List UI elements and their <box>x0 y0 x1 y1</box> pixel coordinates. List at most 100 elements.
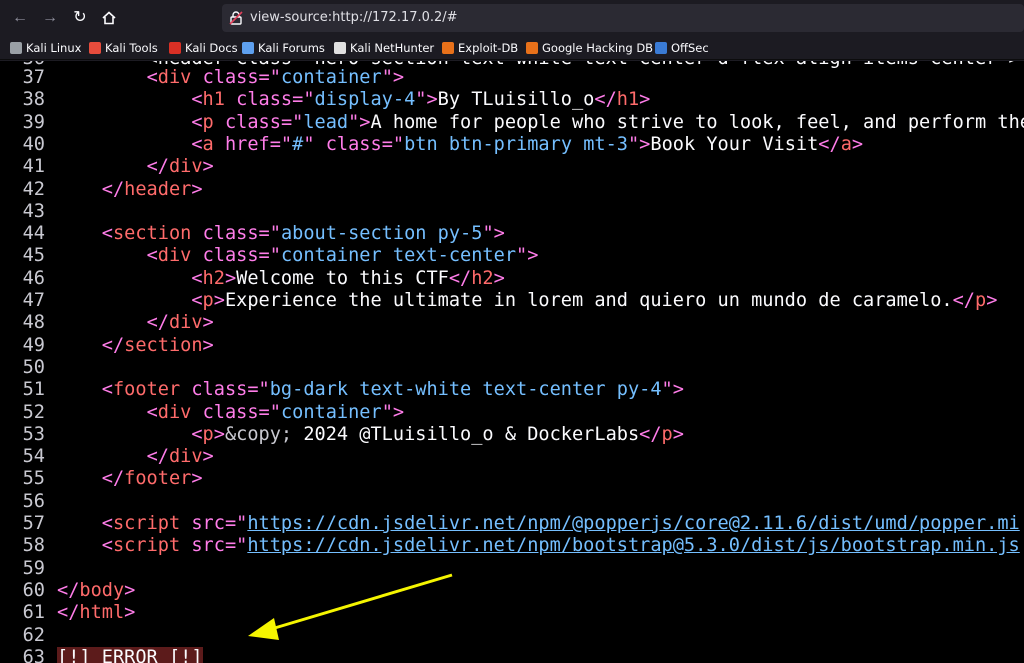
line-number: 40 <box>22 133 45 155</box>
code-token: btn btn-primary mt-3 <box>404 133 628 155</box>
code-token: =" <box>258 67 281 88</box>
code-token: > <box>202 156 214 178</box>
code-token: h1 <box>202 89 225 111</box>
code-token: > <box>191 468 203 490</box>
code-line: 44 <section class="about-section py-5"> <box>0 223 1024 245</box>
line-number: 59 <box>22 557 45 579</box>
code-token: < <box>191 89 203 111</box>
code-line: 54 </div> <box>0 446 1024 468</box>
code-token: < <box>191 290 203 311</box>
source-link[interactable]: https://cdn.jsdelivr.net/npm/@popperjs/c… <box>247 513 1019 534</box>
forward-arrow-icon[interactable]: → <box>40 8 60 28</box>
line-number: 54 <box>22 446 45 468</box>
code-line: 60 </body> <box>0 580 1024 602</box>
insecure-lock-icon[interactable] <box>228 10 244 26</box>
line-number: 38 <box>22 89 45 111</box>
code-token: section <box>124 334 203 356</box>
code-token: "> <box>516 245 539 267</box>
code-token: < <box>101 513 113 534</box>
line-number: 56 <box>22 490 45 512</box>
code-line: 37 <div class="container"> <box>0 67 1024 89</box>
code-line: 51 <footer class="bg-dark text-white tex… <box>0 379 1024 401</box>
code-token: </ <box>101 178 125 200</box>
line-number: 55 <box>22 468 45 490</box>
source-viewer: 36 <header class="hero-section text-whit… <box>0 61 1024 663</box>
code-token: p <box>202 111 214 133</box>
code-token: < <box>101 379 113 401</box>
bookmark-item[interactable]: Kali Linux <box>10 40 81 56</box>
code-line: 45 <div class="container text-center"> <box>0 245 1024 267</box>
code-token: container text-center <box>280 245 517 267</box>
bookmark-item[interactable]: Exploit-DB <box>442 40 518 56</box>
code-token: footer <box>112 379 181 401</box>
source-link[interactable]: https://cdn.jsdelivr.net/npm/bootstrap@5… <box>247 535 1019 556</box>
code-token: class <box>202 67 259 88</box>
error-text: [!] ERROR [!] <box>57 646 203 663</box>
bookmark-item[interactable]: OffSec <box>655 40 709 56</box>
bookmark-item[interactable]: Kali Tools <box>89 40 158 56</box>
line-number: 63 <box>22 646 45 663</box>
code-token: script <box>112 535 181 557</box>
code-token: "> <box>627 133 651 155</box>
code-token: src <box>191 535 225 557</box>
code-token: < <box>191 267 203 289</box>
code-token: &copy; <box>224 423 293 445</box>
code-line: 63 [!] ERROR [!] <box>0 646 1024 663</box>
code-token: < <box>191 133 203 155</box>
bookmark-item[interactable]: Kali Forums <box>242 40 325 56</box>
code-token: > <box>213 290 225 311</box>
line-number: 49 <box>22 334 45 356</box>
code-line: 39 <p class="lead">A home for people who… <box>0 112 1024 134</box>
back-arrow-icon[interactable]: ← <box>10 8 30 28</box>
code-token: p <box>202 290 214 311</box>
code-token: class <box>236 89 293 111</box>
bookmark-label: Kali Tools <box>105 41 158 55</box>
bookmark-favicon-icon <box>655 42 667 54</box>
code-token: div <box>157 401 192 423</box>
code-token: </ <box>57 579 80 601</box>
code-token: # <box>292 133 304 155</box>
code-token: =" <box>381 133 405 155</box>
bookmark-favicon-icon <box>442 42 454 54</box>
bookmark-favicon-icon <box>169 42 181 54</box>
code-token: container <box>280 401 382 423</box>
bookmark-item[interactable]: Kali Docs <box>169 40 238 56</box>
home-icon[interactable] <box>99 8 119 28</box>
line-number: 61 <box>22 602 45 624</box>
line-number: 37 <box>22 67 45 88</box>
reload-icon[interactable]: ↻ <box>70 8 90 28</box>
code-token: class <box>202 245 259 267</box>
code-token: "> <box>381 67 405 88</box>
code-token: a <box>840 133 852 155</box>
code-token: container <box>280 67 382 88</box>
code-line: 56 <box>0 491 1024 513</box>
address-bar[interactable]: view-source:http://172.17.0.2/# <box>222 4 1024 32</box>
url-text[interactable]: view-source:http://172.17.0.2/# <box>250 10 458 25</box>
bookmark-item[interactable]: Kali NetHunter <box>334 40 434 56</box>
code-token: < <box>191 423 203 445</box>
line-number: 53 <box>22 423 45 445</box>
code-token: =" <box>247 379 270 401</box>
line-number: 46 <box>22 267 45 289</box>
bookmark-item[interactable]: Google Hacking DB <box>526 40 653 56</box>
code-token: h2 <box>202 267 225 289</box>
code-line: 46 <h2>Welcome to this CTF</h2> <box>0 268 1024 290</box>
code-token: =" <box>258 401 281 423</box>
line-number: 42 <box>22 178 45 200</box>
code-line: 48 </div> <box>0 312 1024 334</box>
code-token: h2 <box>471 267 494 289</box>
code-token: </ <box>818 133 841 155</box>
code-line: 53 <p>&copy; 2024 @TLuisillo_o & DockerL… <box>0 424 1024 446</box>
code-token: > <box>639 89 651 111</box>
bookmark-favicon-icon <box>242 42 254 54</box>
code-token: </ <box>639 423 662 445</box>
line-number: 58 <box>22 535 45 557</box>
code-token: > <box>191 178 203 200</box>
code-token: > <box>986 290 998 311</box>
line-number: 52 <box>22 401 45 423</box>
code-line: 42 </header> <box>0 179 1024 201</box>
bookmarks-bar: Kali Linux Kali Tools Kali Docs Kali Forums… <box>0 36 1024 60</box>
code-token: </ <box>57 602 80 624</box>
